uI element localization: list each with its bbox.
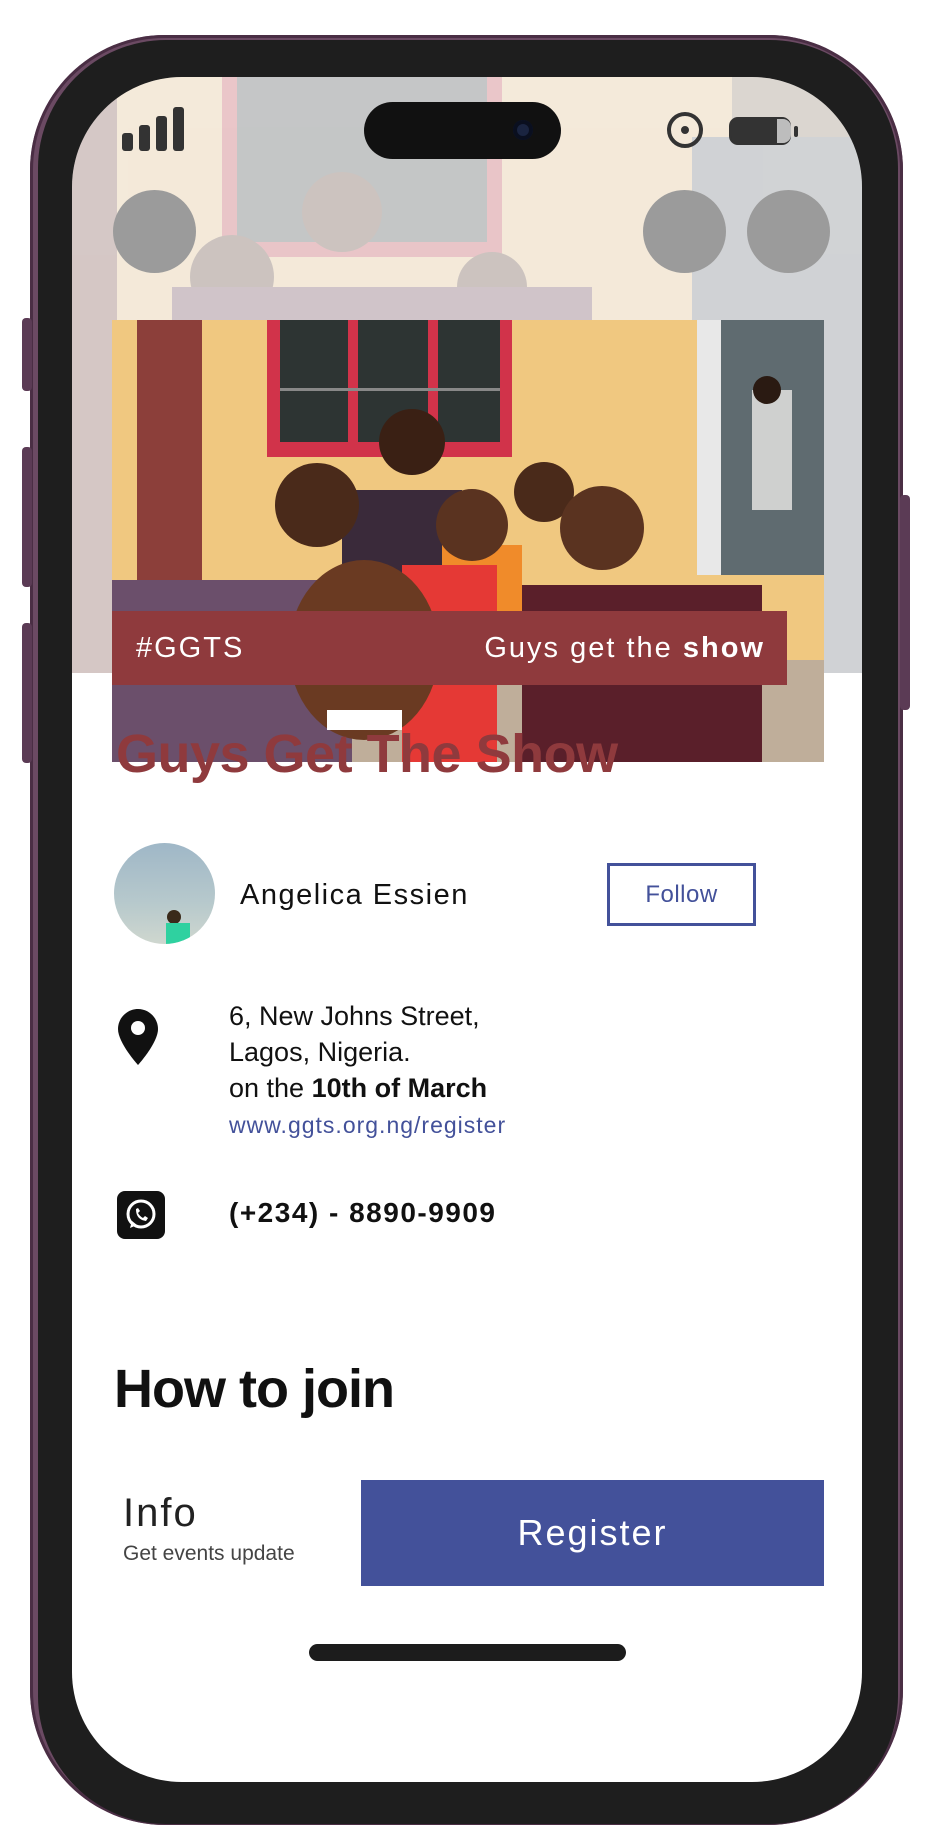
whatsapp-glyph — [126, 1199, 156, 1229]
address-line2: Lagos, Nigeria. — [229, 1037, 411, 1067]
tagline-prefix: Guys get the — [484, 631, 673, 664]
location-target-icon — [667, 112, 703, 148]
follow-button[interactable]: Follow — [607, 863, 756, 926]
home-indicator[interactable] — [309, 1644, 626, 1661]
avatar-image — [166, 910, 190, 944]
side-button-volume-down — [22, 623, 32, 763]
tagline-bold: show — [682, 631, 765, 664]
dynamic-island — [364, 102, 561, 159]
host-avatar[interactable] — [114, 843, 215, 944]
tagline: Guys get the show — [484, 632, 765, 665]
screen: #GGTS Guys get the show Guys Get The Sho… — [72, 77, 862, 1782]
register-link[interactable]: www.ggts.org.ng/register — [229, 1112, 506, 1139]
camera-icon — [513, 120, 533, 140]
register-button[interactable]: Register — [361, 1480, 824, 1586]
whatsapp-icon[interactable] — [117, 1191, 165, 1239]
info-subtitle: Get events update — [123, 1542, 295, 1565]
side-button-mute — [22, 318, 32, 391]
date-prefix: on the — [229, 1073, 305, 1103]
event-photo — [112, 320, 824, 762]
battery-icon — [729, 117, 798, 145]
more-button[interactable] — [747, 190, 830, 273]
event-title: Guys Get The Show — [116, 724, 618, 784]
side-button-volume-up — [22, 447, 32, 587]
hashtag-banner: #GGTS Guys get the show — [112, 611, 787, 685]
info-label[interactable]: Info — [123, 1491, 198, 1536]
side-button-power — [900, 495, 910, 710]
address-line1: 6, New Johns Street, — [229, 1001, 480, 1031]
location-pin-icon — [118, 1009, 158, 1065]
contact-phone[interactable]: (+234) - 8890-9909 — [229, 1197, 497, 1229]
group-photo-image — [112, 320, 824, 762]
cellular-signal-icon — [122, 107, 184, 151]
share-button[interactable] — [643, 190, 726, 273]
back-button[interactable] — [113, 190, 196, 273]
how-to-join-heading: How to join — [114, 1359, 395, 1419]
date-bold: 10th of March — [311, 1073, 488, 1103]
event-address: 6, New Johns Street, Lagos, Nigeria. on … — [229, 998, 487, 1106]
event-date: on the 10th of March — [229, 1070, 487, 1106]
host-name: Angelica Essien — [240, 879, 469, 911]
hashtag-label: #GGTS — [136, 631, 245, 664]
